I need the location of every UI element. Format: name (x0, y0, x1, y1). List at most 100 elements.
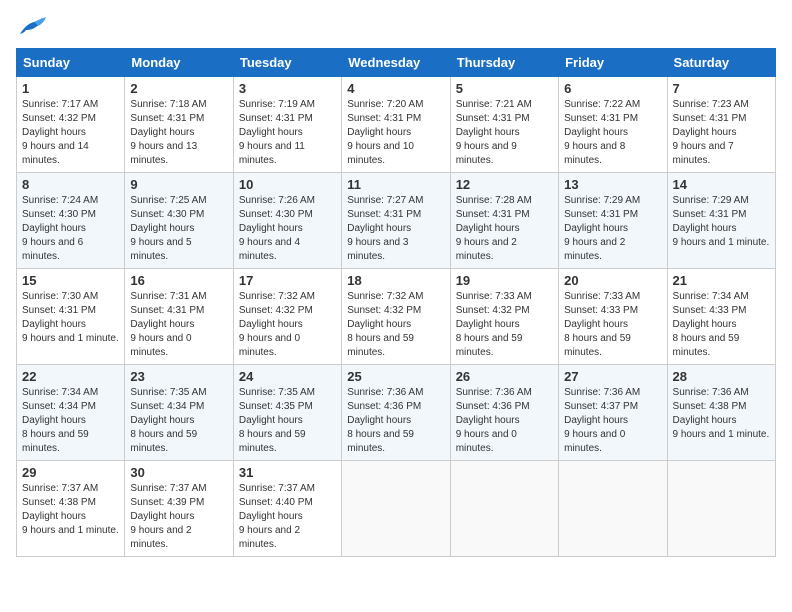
calendar-week-5: 29 Sunrise: 7:37 AMSunset: 4:38 PMDaylig… (17, 461, 776, 557)
day-number: 21 (673, 273, 770, 288)
day-info: Sunrise: 7:37 AMSunset: 4:39 PMDaylight … (130, 483, 206, 550)
weekday-header-monday: Monday (125, 49, 233, 77)
calendar-cell: 20 Sunrise: 7:33 AMSunset: 4:33 PMDaylig… (559, 269, 667, 365)
day-number: 1 (22, 81, 119, 96)
weekday-header-friday: Friday (559, 49, 667, 77)
weekday-header-tuesday: Tuesday (233, 49, 341, 77)
calendar-cell (450, 461, 558, 557)
day-info: Sunrise: 7:20 AMSunset: 4:31 PMDaylight … (347, 99, 423, 166)
calendar-cell: 19 Sunrise: 7:33 AMSunset: 4:32 PMDaylig… (450, 269, 558, 365)
calendar-cell: 12 Sunrise: 7:28 AMSunset: 4:31 PMDaylig… (450, 173, 558, 269)
day-number: 18 (347, 273, 444, 288)
day-info: Sunrise: 7:36 AMSunset: 4:36 PMDaylight … (456, 387, 532, 454)
calendar-cell: 13 Sunrise: 7:29 AMSunset: 4:31 PMDaylig… (559, 173, 667, 269)
day-info: Sunrise: 7:23 AMSunset: 4:31 PMDaylight … (673, 99, 749, 166)
day-info: Sunrise: 7:32 AMSunset: 4:32 PMDaylight … (347, 291, 423, 358)
calendar-cell: 26 Sunrise: 7:36 AMSunset: 4:36 PMDaylig… (450, 365, 558, 461)
day-info: Sunrise: 7:35 AMSunset: 4:35 PMDaylight … (239, 387, 315, 454)
calendar-cell: 2 Sunrise: 7:18 AMSunset: 4:31 PMDayligh… (125, 77, 233, 173)
calendar-cell: 14 Sunrise: 7:29 AMSunset: 4:31 PMDaylig… (667, 173, 775, 269)
day-number: 19 (456, 273, 553, 288)
weekday-header-wednesday: Wednesday (342, 49, 450, 77)
day-info: Sunrise: 7:30 AMSunset: 4:31 PMDaylight … (22, 291, 119, 344)
calendar-cell: 3 Sunrise: 7:19 AMSunset: 4:31 PMDayligh… (233, 77, 341, 173)
day-number: 10 (239, 177, 336, 192)
calendar-week-1: 1 Sunrise: 7:17 AMSunset: 4:32 PMDayligh… (17, 77, 776, 173)
day-number: 3 (239, 81, 336, 96)
calendar-cell: 23 Sunrise: 7:35 AMSunset: 4:34 PMDaylig… (125, 365, 233, 461)
day-info: Sunrise: 7:19 AMSunset: 4:31 PMDaylight … (239, 99, 315, 166)
calendar-cell: 10 Sunrise: 7:26 AMSunset: 4:30 PMDaylig… (233, 173, 341, 269)
day-info: Sunrise: 7:29 AMSunset: 4:31 PMDaylight … (564, 195, 640, 262)
day-number: 20 (564, 273, 661, 288)
weekday-header-sunday: Sunday (17, 49, 125, 77)
day-number: 7 (673, 81, 770, 96)
day-info: Sunrise: 7:25 AMSunset: 4:30 PMDaylight … (130, 195, 206, 262)
calendar-cell: 16 Sunrise: 7:31 AMSunset: 4:31 PMDaylig… (125, 269, 233, 365)
day-number: 16 (130, 273, 227, 288)
calendar-cell: 21 Sunrise: 7:34 AMSunset: 4:33 PMDaylig… (667, 269, 775, 365)
day-number: 26 (456, 369, 553, 384)
calendar-cell: 11 Sunrise: 7:27 AMSunset: 4:31 PMDaylig… (342, 173, 450, 269)
calendar-cell: 31 Sunrise: 7:37 AMSunset: 4:40 PMDaylig… (233, 461, 341, 557)
day-info: Sunrise: 7:27 AMSunset: 4:31 PMDaylight … (347, 195, 423, 262)
day-info: Sunrise: 7:18 AMSunset: 4:31 PMDaylight … (130, 99, 206, 166)
day-info: Sunrise: 7:31 AMSunset: 4:31 PMDaylight … (130, 291, 206, 358)
day-info: Sunrise: 7:37 AMSunset: 4:38 PMDaylight … (22, 483, 119, 536)
day-info: Sunrise: 7:26 AMSunset: 4:30 PMDaylight … (239, 195, 315, 262)
calendar-cell: 6 Sunrise: 7:22 AMSunset: 4:31 PMDayligh… (559, 77, 667, 173)
day-info: Sunrise: 7:21 AMSunset: 4:31 PMDaylight … (456, 99, 532, 166)
calendar-cell: 5 Sunrise: 7:21 AMSunset: 4:31 PMDayligh… (450, 77, 558, 173)
day-number: 14 (673, 177, 770, 192)
calendar-cell: 4 Sunrise: 7:20 AMSunset: 4:31 PMDayligh… (342, 77, 450, 173)
day-info: Sunrise: 7:32 AMSunset: 4:32 PMDaylight … (239, 291, 315, 358)
calendar-cell: 24 Sunrise: 7:35 AMSunset: 4:35 PMDaylig… (233, 365, 341, 461)
weekday-header-thursday: Thursday (450, 49, 558, 77)
day-info: Sunrise: 7:37 AMSunset: 4:40 PMDaylight … (239, 483, 315, 550)
day-number: 27 (564, 369, 661, 384)
calendar-cell: 18 Sunrise: 7:32 AMSunset: 4:32 PMDaylig… (342, 269, 450, 365)
day-info: Sunrise: 7:22 AMSunset: 4:31 PMDaylight … (564, 99, 640, 166)
day-number: 29 (22, 465, 119, 480)
day-number: 6 (564, 81, 661, 96)
calendar-cell: 15 Sunrise: 7:30 AMSunset: 4:31 PMDaylig… (17, 269, 125, 365)
day-info: Sunrise: 7:34 AMSunset: 4:33 PMDaylight … (673, 291, 749, 358)
calendar-body: 1 Sunrise: 7:17 AMSunset: 4:32 PMDayligh… (17, 77, 776, 557)
day-number: 23 (130, 369, 227, 384)
calendar-table: SundayMondayTuesdayWednesdayThursdayFrid… (16, 48, 776, 557)
day-number: 15 (22, 273, 119, 288)
calendar-cell (342, 461, 450, 557)
day-number: 8 (22, 177, 119, 192)
day-number: 5 (456, 81, 553, 96)
day-number: 25 (347, 369, 444, 384)
calendar-week-3: 15 Sunrise: 7:30 AMSunset: 4:31 PMDaylig… (17, 269, 776, 365)
day-info: Sunrise: 7:36 AMSunset: 4:36 PMDaylight … (347, 387, 423, 454)
calendar-cell (559, 461, 667, 557)
day-number: 28 (673, 369, 770, 384)
day-info: Sunrise: 7:33 AMSunset: 4:33 PMDaylight … (564, 291, 640, 358)
day-number: 24 (239, 369, 336, 384)
day-info: Sunrise: 7:36 AMSunset: 4:37 PMDaylight … (564, 387, 640, 454)
day-number: 31 (239, 465, 336, 480)
calendar-cell: 29 Sunrise: 7:37 AMSunset: 4:38 PMDaylig… (17, 461, 125, 557)
day-number: 12 (456, 177, 553, 192)
calendar-week-2: 8 Sunrise: 7:24 AMSunset: 4:30 PMDayligh… (17, 173, 776, 269)
day-number: 9 (130, 177, 227, 192)
day-number: 13 (564, 177, 661, 192)
day-number: 4 (347, 81, 444, 96)
day-info: Sunrise: 7:33 AMSunset: 4:32 PMDaylight … (456, 291, 532, 358)
day-number: 11 (347, 177, 444, 192)
day-number: 2 (130, 81, 227, 96)
calendar-cell: 27 Sunrise: 7:36 AMSunset: 4:37 PMDaylig… (559, 365, 667, 461)
calendar-cell: 22 Sunrise: 7:34 AMSunset: 4:34 PMDaylig… (17, 365, 125, 461)
logo-bird-icon (18, 16, 46, 38)
calendar-cell: 30 Sunrise: 7:37 AMSunset: 4:39 PMDaylig… (125, 461, 233, 557)
calendar-cell: 9 Sunrise: 7:25 AMSunset: 4:30 PMDayligh… (125, 173, 233, 269)
page-header (16, 16, 776, 38)
day-info: Sunrise: 7:28 AMSunset: 4:31 PMDaylight … (456, 195, 532, 262)
calendar-cell (667, 461, 775, 557)
day-number: 17 (239, 273, 336, 288)
day-info: Sunrise: 7:29 AMSunset: 4:31 PMDaylight … (673, 195, 770, 248)
calendar-week-4: 22 Sunrise: 7:34 AMSunset: 4:34 PMDaylig… (17, 365, 776, 461)
calendar-cell: 17 Sunrise: 7:32 AMSunset: 4:32 PMDaylig… (233, 269, 341, 365)
